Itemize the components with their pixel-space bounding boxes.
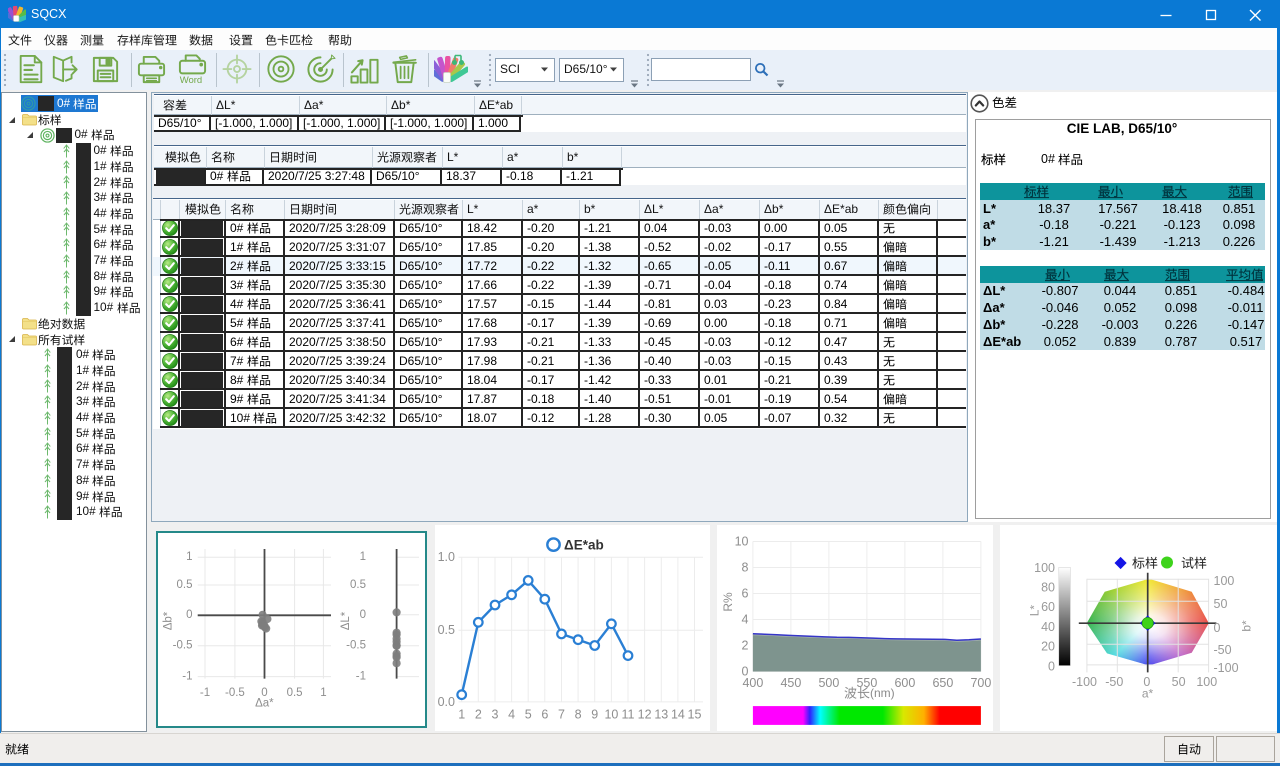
svg-text:1: 1 xyxy=(360,551,366,563)
svg-text:7: 7 xyxy=(558,708,565,722)
svg-text:20: 20 xyxy=(1041,640,1055,654)
svg-text:0: 0 xyxy=(1048,659,1055,673)
svg-text:0.5: 0.5 xyxy=(438,623,455,637)
svg-text:600: 600 xyxy=(894,676,915,690)
svg-text:0: 0 xyxy=(186,609,192,621)
svg-text:450: 450 xyxy=(780,676,801,690)
svg-text:ΔL*: ΔL* xyxy=(340,611,352,630)
svg-text:10: 10 xyxy=(735,535,749,549)
svg-text:40: 40 xyxy=(1041,620,1055,634)
svg-text:400: 400 xyxy=(742,676,763,690)
svg-text:b*: b* xyxy=(1240,620,1254,632)
svg-text:0.5: 0.5 xyxy=(287,687,303,699)
svg-text:11: 11 xyxy=(622,708,635,722)
svg-text:3: 3 xyxy=(492,708,499,722)
svg-text:650: 650 xyxy=(932,676,953,690)
svg-text:50: 50 xyxy=(1172,675,1186,689)
svg-text:15: 15 xyxy=(688,708,702,722)
svg-text:10: 10 xyxy=(604,708,618,722)
svg-text:2: 2 xyxy=(475,708,482,722)
svg-text:0.5: 0.5 xyxy=(177,579,193,591)
svg-text:a*: a* xyxy=(1142,687,1154,701)
svg-text:0.0: 0.0 xyxy=(438,695,455,709)
svg-text:500: 500 xyxy=(818,676,839,690)
svg-text:-0.5: -0.5 xyxy=(173,640,193,652)
svg-text:Δb*: Δb* xyxy=(163,611,175,630)
svg-text:1: 1 xyxy=(320,687,326,699)
svg-text:9: 9 xyxy=(591,708,598,722)
svg-text:2: 2 xyxy=(742,639,749,653)
svg-text:6: 6 xyxy=(742,587,749,601)
svg-text:0: 0 xyxy=(360,609,366,621)
svg-text:-1: -1 xyxy=(356,671,366,683)
svg-text:R%: R% xyxy=(721,592,735,612)
svg-text:-50: -50 xyxy=(1214,643,1232,657)
svg-text:L*: L* xyxy=(1028,605,1042,617)
svg-text:-100: -100 xyxy=(1072,675,1097,689)
svg-text:14: 14 xyxy=(671,708,685,722)
svg-text:100: 100 xyxy=(1196,675,1217,689)
svg-text:100: 100 xyxy=(1034,561,1055,575)
svg-text:1: 1 xyxy=(458,708,465,722)
svg-text:5: 5 xyxy=(525,708,532,722)
svg-text:0.5: 0.5 xyxy=(350,579,366,591)
svg-text:-0.5: -0.5 xyxy=(225,687,245,699)
svg-text:12: 12 xyxy=(638,708,652,722)
svg-text:0: 0 xyxy=(1214,621,1221,635)
svg-text:-50: -50 xyxy=(1105,675,1123,689)
svg-text:1.0: 1.0 xyxy=(438,550,455,564)
svg-text:-100: -100 xyxy=(1214,661,1239,675)
svg-text:8: 8 xyxy=(575,708,582,722)
svg-text:1: 1 xyxy=(186,551,192,563)
svg-text:8: 8 xyxy=(742,561,749,575)
svg-text:4: 4 xyxy=(508,708,515,722)
svg-text:60: 60 xyxy=(1041,600,1055,614)
svg-text:50: 50 xyxy=(1214,597,1228,611)
svg-text:-0.5: -0.5 xyxy=(346,640,366,652)
svg-text:80: 80 xyxy=(1041,581,1055,595)
svg-text:4: 4 xyxy=(742,613,749,627)
svg-text:100: 100 xyxy=(1214,574,1235,588)
svg-text:ΔE*ab: ΔE*ab xyxy=(564,538,604,553)
svg-text:13: 13 xyxy=(654,708,668,722)
svg-text:Δa*: Δa* xyxy=(255,698,274,710)
svg-text:6: 6 xyxy=(541,708,548,722)
svg-text:700: 700 xyxy=(970,676,991,690)
svg-text:-1: -1 xyxy=(182,671,192,683)
svg-text:-1: -1 xyxy=(200,687,210,699)
